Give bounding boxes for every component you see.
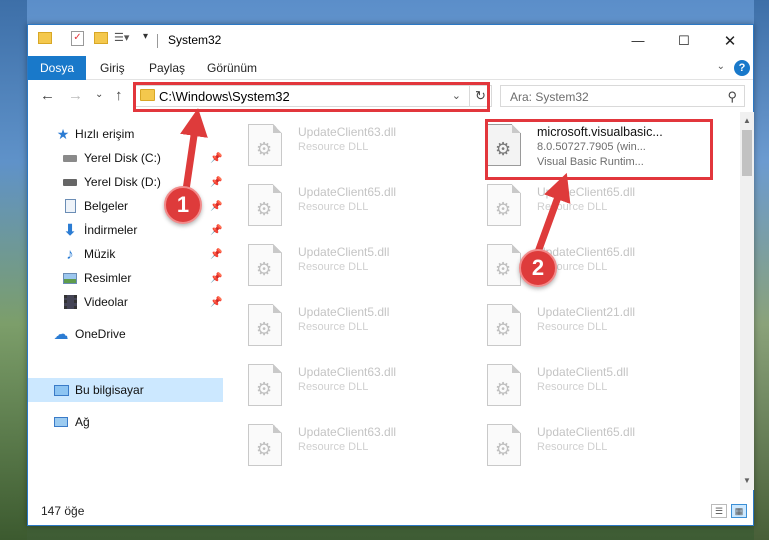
pin-icon[interactable]: 📌 [210, 153, 222, 164]
desktop-background-right [754, 0, 769, 540]
ribbon-tabs: Dosya Giriş Paylaş Görünüm ⌄ ? [28, 56, 753, 80]
file-item[interactable]: ⚙ UpdateClient5.dll Resource DLL [228, 298, 448, 358]
pin-icon[interactable]: 📌 [210, 273, 222, 284]
minimize-button[interactable]: — [615, 25, 661, 56]
videos-icon [62, 294, 78, 310]
tab-share[interactable]: Paylaş [149, 61, 185, 75]
scroll-down-icon[interactable]: ▼ [743, 476, 751, 485]
details-view-icon[interactable]: ☰ [711, 504, 727, 518]
dll-file-icon: ⚙ [487, 364, 521, 406]
file-item[interactable]: ⚙ UpdateClient63.dll Resource DLL [228, 118, 448, 178]
recent-locations-button[interactable]: ⌄ [95, 89, 103, 100]
up-button[interactable]: ↑ [115, 87, 123, 104]
help-button[interactable]: ? [734, 60, 750, 76]
dll-file-icon: ⚙ [487, 304, 521, 346]
drive-icon [62, 150, 78, 166]
sidebar-item-quick-access[interactable]: ★ Hızlı erişim [28, 122, 223, 146]
file-item[interactable]: ⚙ UpdateClient21.dll Resource DLL [467, 298, 687, 358]
dll-file-icon: ⚙ [487, 184, 521, 226]
expand-ribbon-icon[interactable]: ⌄ [717, 61, 725, 72]
dll-file-icon: ⚙ [248, 124, 282, 166]
search-icon[interactable]: ⚲ [727, 89, 737, 105]
title-separator [157, 34, 158, 48]
computer-icon [53, 382, 69, 398]
file-item[interactable]: ⚙ UpdateClient63.dll Resource DLL [228, 418, 448, 478]
step-2-badge: 2 [519, 249, 557, 287]
network-icon [53, 414, 69, 430]
pin-icon[interactable]: 📌 [210, 297, 222, 308]
maximize-button[interactable]: ☐ [661, 25, 707, 56]
status-bar: 147 öğe ☰ ▦ [28, 499, 753, 525]
file-item[interactable]: ⚙ UpdateClient65.dll Resource DLL [467, 418, 687, 478]
documents-icon [62, 198, 78, 214]
pin-icon[interactable]: 📌 [210, 201, 222, 212]
address-bar-highlight [133, 82, 490, 112]
sidebar-item-this-pc[interactable]: Bu bilgisayar [28, 378, 223, 402]
cloud-icon: ☁ [53, 326, 69, 343]
pin-icon[interactable]: 📌 [210, 249, 222, 260]
scroll-up-icon[interactable]: ▲ [743, 116, 751, 125]
vertical-scrollbar[interactable]: ▲ ▼ [740, 112, 754, 490]
tab-home[interactable]: Giriş [100, 61, 125, 75]
folder-icon [38, 32, 52, 44]
tab-view[interactable]: Görünüm [207, 61, 257, 75]
search-box[interactable]: Ara: System32 ⚲ [500, 85, 745, 107]
window-title: System32 [168, 33, 222, 47]
navigation-pane: ★ Hızlı erişim Yerel Disk (C:) 📌 Yerel D… [28, 112, 223, 490]
file-item[interactable]: ⚙ UpdateClient5.dll Resource DLL [467, 358, 687, 418]
dll-file-icon: ⚙ [487, 244, 521, 286]
title-bar: ✓ ☰▾ ▾ System32 — ☐ ✕ [28, 25, 753, 56]
drive-icon [62, 174, 78, 190]
sidebar-item-local-disk-c[interactable]: Yerel Disk (C:) 📌 [28, 146, 223, 170]
dll-file-icon: ⚙ [248, 304, 282, 346]
sidebar-item-downloads[interactable]: ⬇ İndirmeler 📌 [28, 218, 223, 242]
item-count: 147 öğe [41, 504, 85, 518]
file-item[interactable]: ⚙ UpdateClient65.dll Resource DLL [467, 178, 687, 238]
file-item[interactable]: ⚙ UpdateClient65.dll Resource DLL [228, 178, 448, 238]
close-button[interactable]: ✕ [707, 25, 753, 56]
step-1-badge: 1 [164, 186, 202, 224]
large-icons-view-icon[interactable]: ▦ [731, 504, 747, 518]
sidebar-item-network[interactable]: Ağ [28, 410, 223, 434]
file-item[interactable]: ⚙ UpdateClient65.dll Resource DLL [467, 238, 687, 298]
file-item[interactable]: ⚙ UpdateClient5.dll Resource DLL [228, 238, 448, 298]
dll-file-icon: ⚙ [248, 244, 282, 286]
file-item[interactable]: ⚙ UpdateClient63.dll Resource DLL [228, 358, 448, 418]
pin-icon[interactable]: 📌 [210, 225, 222, 236]
quick-access-toolbar-menu-icon[interactable]: ☰▾ [114, 31, 129, 44]
sidebar-item-onedrive[interactable]: ☁ OneDrive [28, 322, 223, 346]
sidebar-item-music[interactable]: ♪ Müzik 📌 [28, 242, 223, 266]
star-icon: ★ [56, 125, 70, 142]
download-icon: ⬇ [63, 222, 77, 239]
new-folder-icon[interactable] [94, 32, 108, 44]
search-input[interactable]: Ara: System32 [510, 90, 589, 104]
music-icon: ♪ [66, 245, 74, 263]
forward-button[interactable]: → [68, 87, 83, 104]
tab-file[interactable]: Dosya [28, 56, 86, 80]
dll-file-icon: ⚙ [248, 424, 282, 466]
desktop-background-left [0, 0, 27, 540]
file-highlight [485, 119, 713, 180]
back-button[interactable]: ← [40, 87, 55, 104]
properties-icon[interactable]: ✓ [71, 31, 84, 46]
dll-file-icon: ⚙ [487, 424, 521, 466]
dll-file-icon: ⚙ [248, 364, 282, 406]
dll-file-icon: ⚙ [248, 184, 282, 226]
pin-icon[interactable]: 📌 [210, 177, 222, 188]
scrollbar-thumb[interactable] [742, 130, 752, 176]
sidebar-item-videos[interactable]: Videolar 📌 [28, 290, 223, 314]
pictures-icon [62, 270, 78, 286]
sidebar-item-pictures[interactable]: Resimler 📌 [28, 266, 223, 290]
customize-toolbar-icon[interactable]: ▾ [143, 31, 148, 42]
